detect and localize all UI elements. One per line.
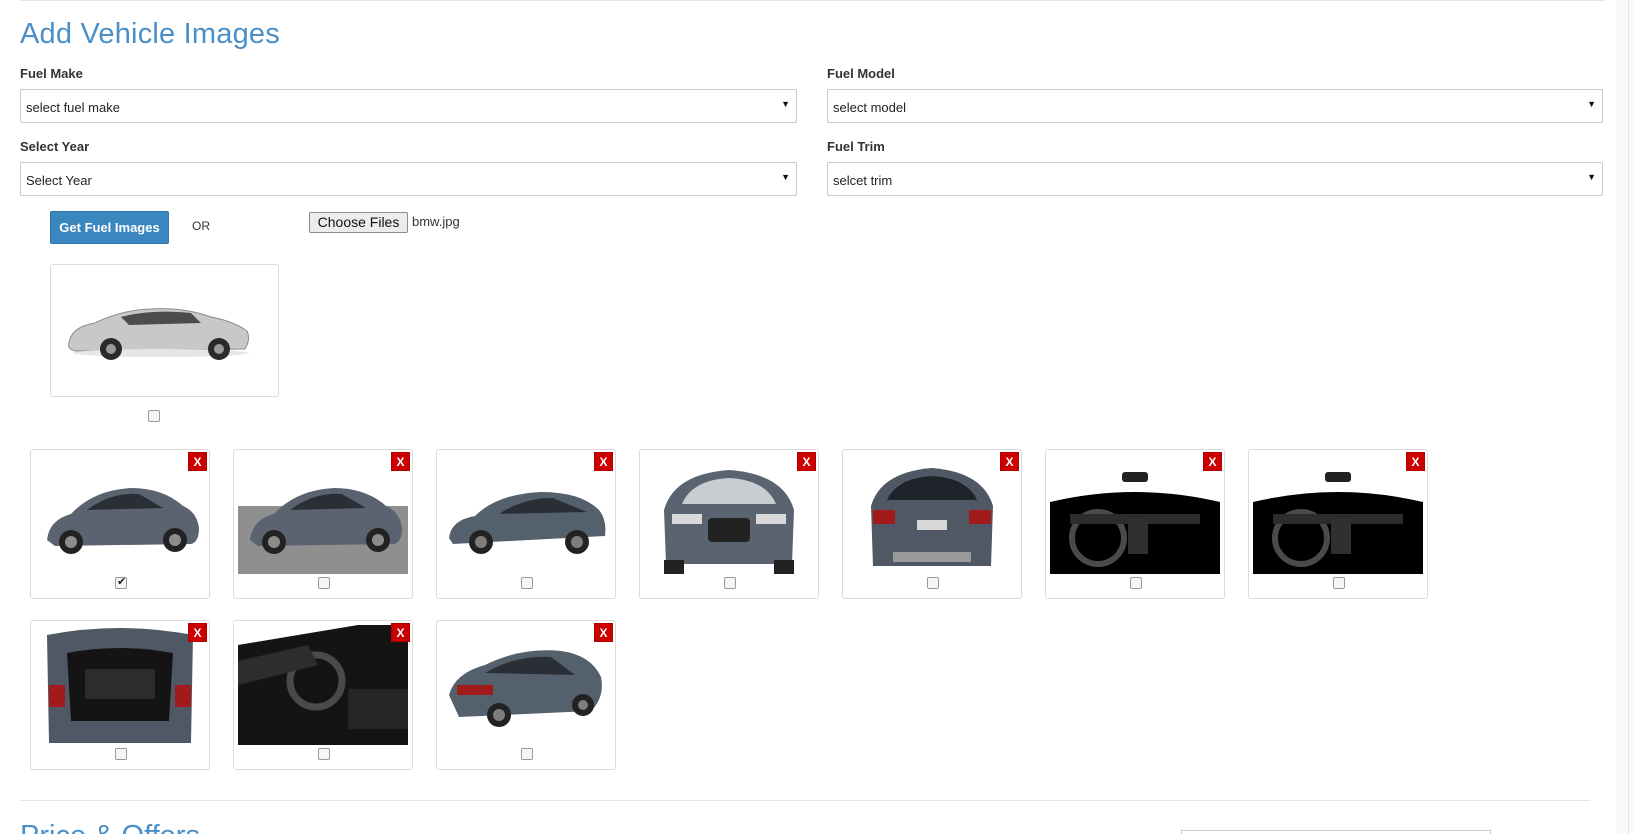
vehicle-image [1253, 454, 1423, 574]
scrollbar-track[interactable] [1616, 0, 1633, 834]
vehicle-image-card: X [639, 449, 819, 599]
vehicle-image [35, 625, 205, 745]
fuel-trim-label: Fuel Trim [827, 139, 885, 154]
vehicle-image-card: X [233, 620, 413, 770]
vehicle-image [238, 454, 408, 574]
choose-files-button[interactable]: Choose Files [309, 212, 408, 233]
year-value: Select Year [26, 173, 92, 188]
uploaded-image-preview [50, 264, 279, 397]
fuel-model-value: select model [833, 100, 906, 115]
vehicle-image [35, 454, 205, 574]
uploaded-image-checkbox[interactable] [148, 410, 160, 422]
fuel-trim-value: selcet trim [833, 173, 893, 188]
delete-image-button[interactable]: X [188, 623, 207, 642]
image-select-checkbox[interactable] [1333, 577, 1345, 589]
image-select-checkbox[interactable] [115, 748, 127, 760]
image-select-checkbox[interactable] [724, 577, 736, 589]
top-divider [20, 0, 1605, 1]
chevron-down-icon: ▼ [1587, 99, 1596, 109]
fuel-make-value: select fuel make [26, 100, 120, 115]
scrollbar-edge [1628, 0, 1629, 834]
or-separator: OR [192, 219, 210, 233]
next-section-title: Price & Offers [20, 820, 200, 834]
fuel-make-label: Fuel Make [20, 66, 83, 81]
chosen-file-name: bmw.jpg [412, 214, 460, 229]
chevron-down-icon: ▼ [781, 99, 790, 109]
delete-image-button[interactable]: X [1203, 452, 1222, 471]
sedan-car-image [68, 308, 250, 360]
fuel-trim-select[interactable]: selcet trim ▼ [827, 162, 1603, 196]
image-select-checkbox[interactable] [927, 577, 939, 589]
image-select-checkbox[interactable] [1130, 577, 1142, 589]
vehicle-image [441, 625, 611, 745]
vehicle-image-card: X [30, 449, 210, 599]
image-select-checkbox[interactable] [318, 748, 330, 760]
fuel-model-select[interactable]: select model ▼ [827, 89, 1603, 123]
fuel-model-label: Fuel Model [827, 66, 895, 81]
section-divider [20, 800, 1590, 801]
image-select-checkbox[interactable] [318, 577, 330, 589]
vehicle-image [441, 454, 611, 574]
image-select-checkbox[interactable] [115, 575, 127, 589]
chevron-down-icon: ▼ [781, 172, 790, 182]
delete-image-button[interactable]: X [391, 623, 410, 642]
year-select[interactable]: Select Year ▼ [20, 162, 797, 196]
delete-image-button[interactable]: X [797, 452, 816, 471]
image-select-checkbox[interactable] [521, 577, 533, 589]
fuel-make-select[interactable]: select fuel make ▼ [20, 89, 797, 123]
vehicle-image-card: X [1248, 449, 1428, 599]
vehicle-image-card: X [1045, 449, 1225, 599]
vehicle-image [644, 454, 814, 574]
page-title: Add Vehicle Images [20, 18, 280, 50]
vehicle-image-card: X [842, 449, 1022, 599]
vehicle-image [847, 454, 1017, 574]
delete-image-button[interactable]: X [594, 623, 613, 642]
delete-image-button[interactable]: X [188, 452, 207, 471]
select-year-label: Select Year [20, 139, 90, 154]
vehicle-image-card: X [30, 620, 210, 770]
vehicle-image-card: X [233, 449, 413, 599]
delete-image-button[interactable]: X [1000, 452, 1019, 471]
image-select-checkbox[interactable] [521, 748, 533, 760]
delete-image-button[interactable]: X [594, 452, 613, 471]
get-fuel-images-button[interactable]: Get Fuel Images [50, 211, 169, 244]
vehicle-image [238, 625, 408, 745]
vehicle-image [1050, 454, 1220, 574]
delete-image-button[interactable]: X [1406, 452, 1425, 471]
chevron-down-icon: ▼ [1587, 172, 1596, 182]
vehicle-image-card: X [436, 449, 616, 599]
vehicle-image-card: X [436, 620, 616, 770]
delete-image-button[interactable]: X [391, 452, 410, 471]
price-input-field[interactable] [1181, 830, 1491, 834]
